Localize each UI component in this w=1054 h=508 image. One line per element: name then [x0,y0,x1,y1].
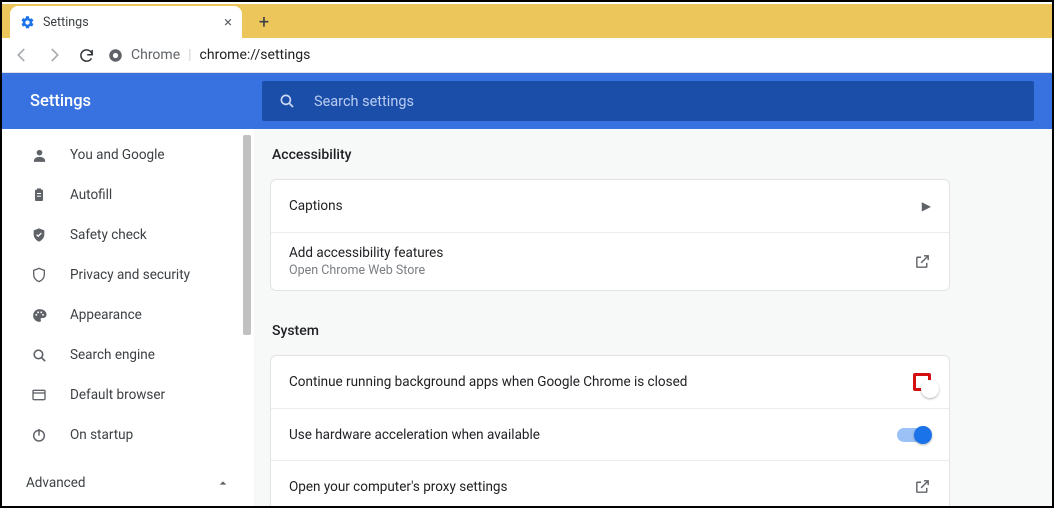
sidebar-item-safety-check[interactable]: Safety check [2,215,254,255]
sidebar-item-on-startup[interactable]: On startup [2,415,254,455]
sidebar-item-appearance[interactable]: Appearance [2,295,254,335]
settings-gear-icon [20,15,35,30]
search-input[interactable] [314,93,1018,110]
omnibox-separator: | [188,47,191,63]
reload-button[interactable] [76,45,96,65]
row-label: Open your computer's proxy settings [289,479,507,495]
background-apps-row[interactable]: Continue running background apps when Go… [271,356,949,408]
accessibility-section: Accessibility Captions ▶ Add accessibili… [270,141,950,291]
search-settings[interactable] [262,81,1034,121]
chrome-icon [108,48,123,63]
captions-row[interactable]: Captions ▶ [271,180,949,232]
tab-strip: Settings × + [2,2,1052,38]
section-title-system: System [270,317,950,355]
sidebar-item-label: Search engine [70,347,155,363]
toolbar: Chrome | chrome://settings [2,38,1052,73]
hardware-accel-toggle[interactable] [897,428,931,442]
close-tab-icon[interactable]: × [224,13,232,31]
sidebar-item-you-and-google[interactable]: You and Google [2,135,254,175]
sidebar-item-label: Default browser [70,387,165,403]
advanced-toggle[interactable]: Advanced [2,460,254,506]
section-title-accessibility: Accessibility [270,141,950,179]
tab-title: Settings [43,15,89,30]
scrollbar-thumb[interactable] [243,135,251,335]
open-external-icon [914,253,931,270]
page-title: Settings [2,92,262,111]
row-sublabel: Open Chrome Web Store [289,263,443,278]
sidebar-item-label: On startup [70,427,133,443]
sidebar-item-search-engine[interactable]: Search engine [2,335,254,375]
omnibox-prefix: Chrome [131,47,180,63]
row-label: Use hardware acceleration when available [289,427,540,443]
new-tab-button[interactable]: + [250,8,278,36]
browser-icon [30,387,48,403]
chevron-right-icon: ▶ [922,199,931,213]
forward-button[interactable] [44,45,64,65]
add-accessibility-row[interactable]: Add accessibility features Open Chrome W… [271,232,949,290]
sidebar-item-privacy-security[interactable]: Privacy and security [2,255,254,295]
highlight-box [913,373,931,391]
row-label: Add accessibility features [289,245,443,261]
main-content: Accessibility Captions ▶ Add accessibili… [254,129,1052,506]
open-external-icon [914,478,931,495]
sidebar-item-label: Safety check [70,227,147,243]
window: Settings × + Chrome | chrome://settings … [0,0,1054,508]
sidebar-item-label: Autofill [70,187,112,203]
address-bar[interactable]: Chrome | chrome://settings [108,47,1042,63]
sidebar-item-label: Appearance [70,307,142,323]
row-label: Continue running background apps when Go… [289,374,687,390]
hardware-accel-row[interactable]: Use hardware acceleration when available [271,408,949,460]
back-button[interactable] [12,45,32,65]
person-icon [30,147,48,164]
search-icon [30,347,48,364]
settings-header: Settings [2,73,1052,129]
sidebar-scrollbar[interactable] [242,129,252,506]
palette-icon [30,307,48,324]
sidebar: You and Google Autofill Safety check Pri… [2,129,254,506]
clipboard-icon [30,187,48,203]
chevron-up-icon [218,478,228,488]
sidebar-item-label: Privacy and security [70,267,190,283]
omnibox-url: chrome://settings [200,47,311,63]
power-icon [30,427,48,443]
shield-check-icon [30,227,48,243]
row-label: Captions [289,198,343,214]
sidebar-item-default-browser[interactable]: Default browser [2,375,254,415]
system-section: System Continue running background apps … [270,317,950,506]
search-icon [278,92,296,110]
sidebar-item-label: You and Google [70,147,165,163]
proxy-row[interactable]: Open your computer's proxy settings [271,460,949,506]
advanced-label: Advanced [26,475,86,491]
settings-body: You and Google Autofill Safety check Pri… [2,129,1052,506]
browser-tab[interactable]: Settings × [10,6,242,38]
sidebar-item-autofill[interactable]: Autofill [2,175,254,215]
shield-icon [30,267,48,283]
